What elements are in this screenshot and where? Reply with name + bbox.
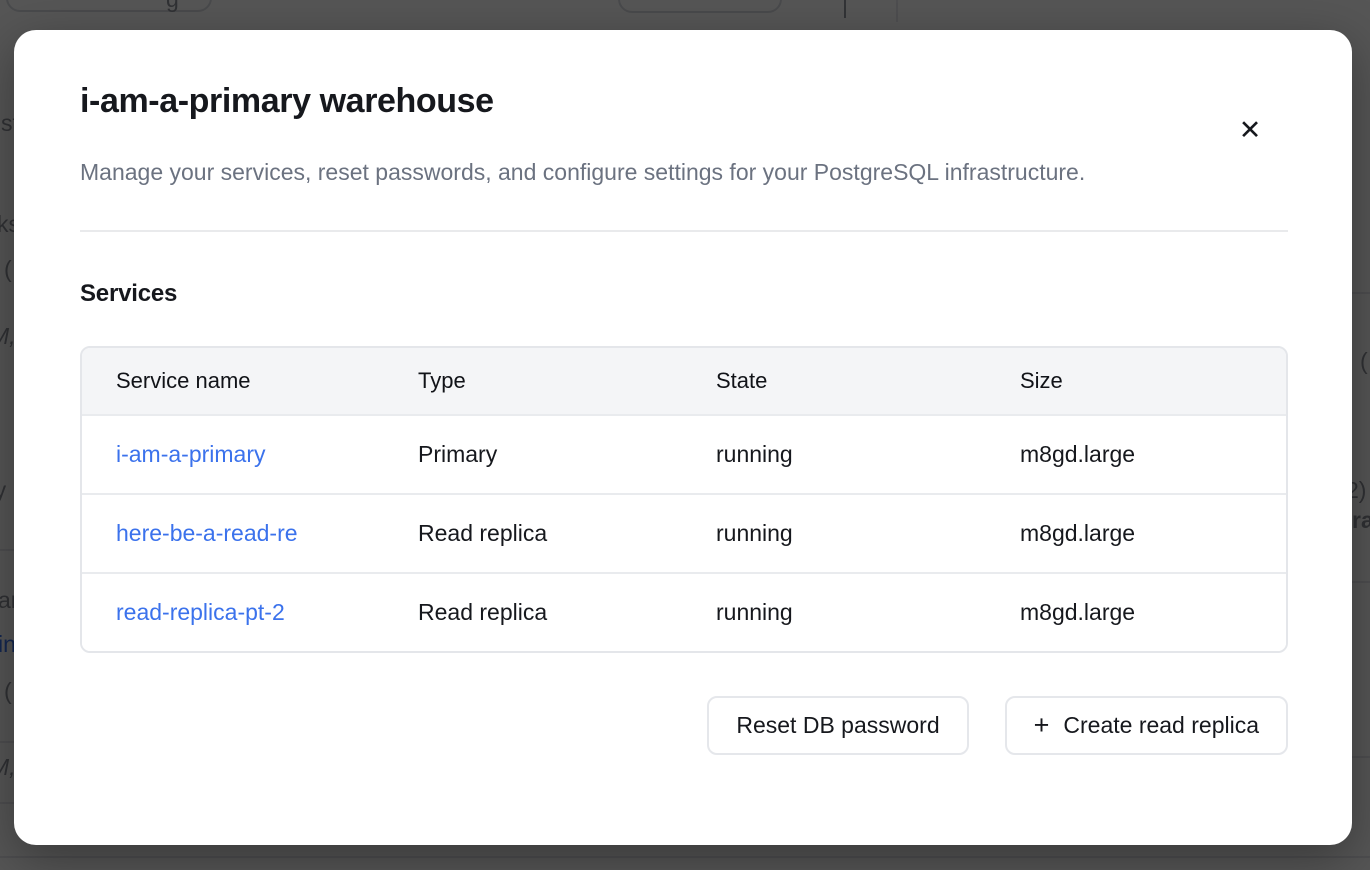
service-type: Read replica xyxy=(384,520,682,547)
table-row: read-replica-pt-2 Read replica running m… xyxy=(82,572,1286,651)
services-table: Service name Type State Size i-am-a-prim… xyxy=(80,346,1288,653)
column-header-type: Type xyxy=(384,368,682,394)
service-name-link[interactable]: read-replica-pt-2 xyxy=(116,599,285,625)
create-read-replica-button[interactable]: + Create read replica xyxy=(1005,696,1288,755)
create-read-replica-label: Create read replica xyxy=(1063,712,1259,739)
services-section-title: Services xyxy=(80,280,1288,308)
service-size: m8gd.large xyxy=(986,520,1286,547)
dialog-title: i-am-a-primary warehouse xyxy=(80,82,1288,121)
service-details-dialog: i-am-a-primary warehouse ✕ Manage your s… xyxy=(14,30,1352,845)
service-name-link[interactable]: here-be-a-read-re xyxy=(116,520,298,546)
table-row: i-am-a-primary Primary running m8gd.larg… xyxy=(82,414,1286,493)
close-icon[interactable]: ✕ xyxy=(1230,110,1270,150)
service-size: m8gd.large xyxy=(986,599,1286,626)
column-header-state: State xyxy=(682,368,986,394)
service-state: running xyxy=(682,599,986,626)
column-header-service-name: Service name xyxy=(82,368,384,394)
dialog-description: Manage your services, reset passwords, a… xyxy=(80,151,1090,194)
reset-db-password-label: Reset DB password xyxy=(736,712,939,739)
service-type: Primary xyxy=(384,441,682,468)
dialog-actions: Reset DB password + Create read replica xyxy=(80,696,1288,755)
service-name-link[interactable]: i-am-a-primary xyxy=(116,441,266,467)
reset-db-password-button[interactable]: Reset DB password xyxy=(707,696,968,755)
plus-icon: + xyxy=(1034,712,1050,739)
service-size: m8gd.large xyxy=(986,441,1286,468)
column-header-size: Size xyxy=(986,368,1286,394)
service-state: running xyxy=(682,520,986,547)
table-header-row: Service name Type State Size xyxy=(82,348,1286,414)
service-type: Read replica xyxy=(384,599,682,626)
divider xyxy=(80,230,1288,232)
table-row: here-be-a-read-re Read replica running m… xyxy=(82,493,1286,572)
service-state: running xyxy=(682,441,986,468)
